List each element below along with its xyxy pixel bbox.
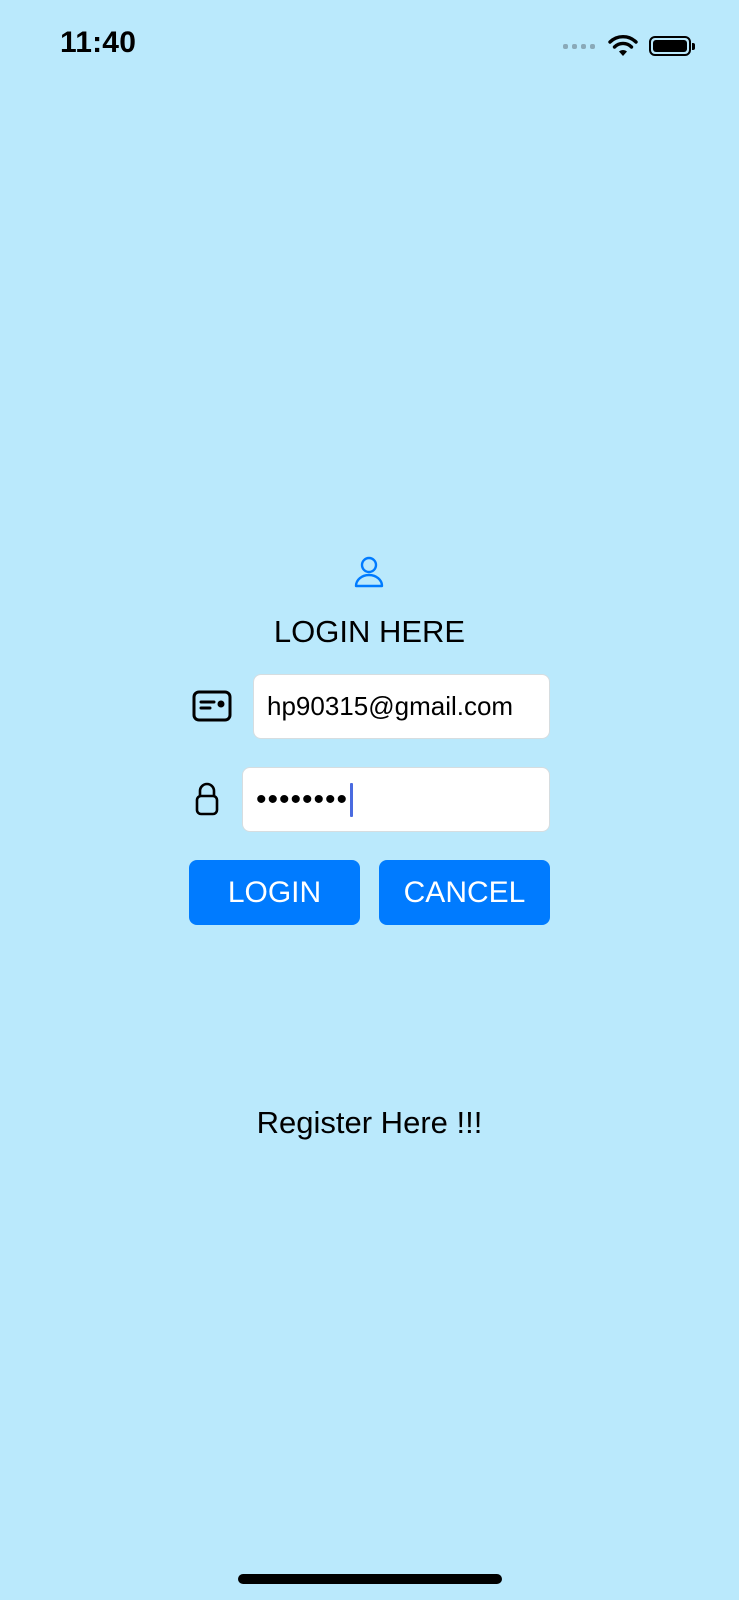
cellular-signal-icon [563,43,595,49]
email-field[interactable]: hp90315@gmail.com [253,674,550,739]
page-title: LOGIN HERE [273,614,466,649]
register-link[interactable]: Register Here !!! [0,1105,739,1141]
password-field-value: •••••••• [256,782,349,816]
text-cursor [350,782,354,817]
person-icon [354,556,384,588]
battery-icon [649,36,695,56]
status-icons [563,30,695,62]
lock-icon [195,782,219,816]
email-field-value: hp90315@gmail.com [267,691,514,721]
home-indicator[interactable] [238,1574,502,1584]
login-button[interactable]: LOGIN [189,860,360,925]
id-card-icon [192,690,232,722]
cancel-button[interactable]: CANCEL [379,860,550,925]
password-field[interactable]: •••••••• [242,767,550,832]
wifi-icon [608,35,638,56]
status-time: 11:40 [60,26,137,59]
